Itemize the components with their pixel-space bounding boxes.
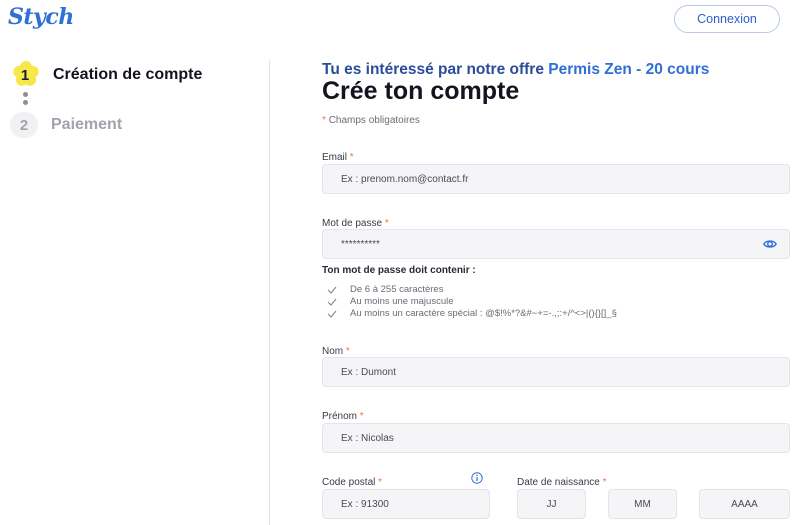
offer-name: Permis Zen - 20 cours: [548, 61, 710, 78]
firstname-label: Prénom *: [322, 411, 364, 422]
step-1-number: 1: [20, 66, 30, 84]
step-2-label: Paiement: [51, 116, 123, 133]
required-note: * Champs obligatoires: [322, 115, 420, 126]
password-rule: Au moins une majuscule: [327, 296, 454, 307]
lastname-label: Nom *: [322, 346, 350, 357]
email-input[interactable]: Ex : prenom.nom@contact.fr: [322, 164, 790, 194]
email-label: Email *: [322, 152, 354, 163]
password-label: Mot de passe *: [322, 218, 389, 229]
step-2-badge: 2: [10, 112, 38, 138]
postal-code-label: Code postal *: [322, 477, 383, 488]
birthdate-label: Date de naissance *: [517, 477, 607, 488]
step-connector: [23, 92, 29, 108]
step-1-label: Création de compte: [53, 66, 203, 83]
stych-logo[interactable]: Stych: [8, 4, 74, 30]
postal-code-input[interactable]: Ex : 91300: [322, 489, 490, 519]
firstname-input[interactable]: Ex : Nicolas: [322, 423, 790, 453]
password-input[interactable]: **********: [322, 229, 790, 259]
birth-year-input[interactable]: AAAA: [699, 489, 790, 519]
check-icon: [327, 286, 337, 294]
offer-prefix: Tu es intéressé par notre offre: [322, 61, 544, 78]
birth-day-input[interactable]: JJ: [517, 489, 586, 519]
vertical-divider: [269, 60, 270, 525]
login-button[interactable]: Connexion: [674, 5, 780, 33]
password-value: **********: [341, 238, 380, 250]
password-rules-title: Ton mot de passe doit contenir :: [322, 265, 476, 276]
check-icon: [327, 298, 337, 306]
step-payment: 2 Paiement: [10, 112, 122, 138]
info-icon[interactable]: [471, 472, 483, 484]
password-rule: Au moins un caractère spécial : @$!%*?&#…: [327, 308, 617, 319]
step-1-badge: 1: [10, 61, 40, 88]
lastname-input[interactable]: Ex : Dumont: [322, 357, 790, 387]
page-title: Crée ton compte: [322, 77, 520, 105]
check-icon: [327, 310, 337, 318]
password-rule: De 6 à 255 caractères: [327, 284, 443, 295]
step-account-creation: 1 Création de compte: [10, 61, 203, 88]
eye-icon[interactable]: [763, 237, 777, 251]
birth-month-input[interactable]: MM: [608, 489, 677, 519]
